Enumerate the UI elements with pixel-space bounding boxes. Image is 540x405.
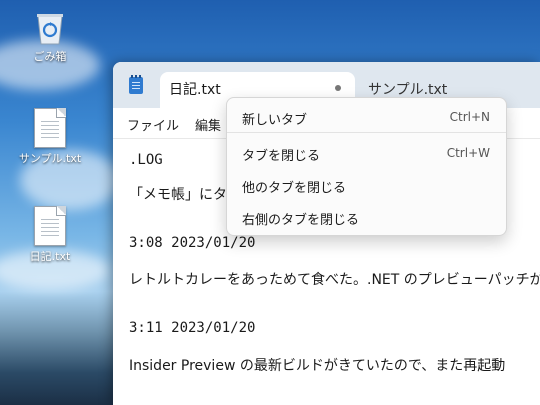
text-file-icon [34, 206, 66, 246]
editor-line: 3:11 2023/01/20 [129, 320, 256, 336]
text-file-icon [34, 108, 66, 148]
desktop-icon-recycle-bin[interactable]: ごみ箱 [10, 10, 90, 64]
desktop-icon-label: 日記.txt [29, 250, 71, 263]
notepad-app-icon [129, 75, 143, 94]
menu-separator [227, 132, 506, 133]
menu-file[interactable]: ファイル [127, 115, 179, 134]
editor-line: Insider Preview の最新ビルドがきていたので、また再起動 [129, 358, 506, 374]
menu-item-shortcut: Ctrl+N [449, 110, 490, 124]
tab-sample[interactable]: サンプル.txt [368, 79, 447, 99]
desktop-icon-sample-txt[interactable]: サンプル.txt [10, 108, 90, 166]
menu-item-close-other-tabs[interactable]: 他のタブを閉じる [227, 170, 506, 200]
menu-edit[interactable]: 編集 [195, 115, 221, 134]
tab-label: サンプル.txt [368, 82, 448, 98]
unsaved-indicator-icon [335, 85, 341, 91]
editor-line: レトルトカレーをあっためて食べた。.NET のプレビューパッチが降ってき [129, 272, 540, 288]
desktop-icon-label: ごみ箱 [33, 50, 67, 63]
menu-item-close-tabs-right[interactable]: 右側のタブを閉じる [227, 202, 506, 232]
menu-item-label: 新しいタブ [242, 113, 308, 128]
editor-line: 3:08 2023/01/20 [129, 235, 256, 251]
menu-item-label: 右側のタブを閉じる [242, 213, 360, 228]
tab-label: 日記.txt [169, 82, 221, 98]
editor-line: .LOG [129, 152, 163, 168]
desktop-icon-label: サンプル.txt [18, 152, 82, 165]
recycle-bin-icon [35, 10, 65, 46]
menu-item-new-tab[interactable]: 新しいタブ Ctrl+N [227, 102, 506, 132]
menu-item-label: 他のタブを閉じる [242, 181, 347, 196]
desktop-icon-diary-txt[interactable]: 日記.txt [10, 206, 90, 264]
menu-item-shortcut: Ctrl+W [446, 146, 490, 160]
menu-item-label: タブを閉じる [242, 149, 321, 164]
menu-item-close-tab[interactable]: タブを閉じる Ctrl+W [227, 138, 506, 168]
tab-context-menu: 新しいタブ Ctrl+N タブを閉じる Ctrl+W 他のタブを閉じる 右側のタ… [226, 97, 507, 236]
